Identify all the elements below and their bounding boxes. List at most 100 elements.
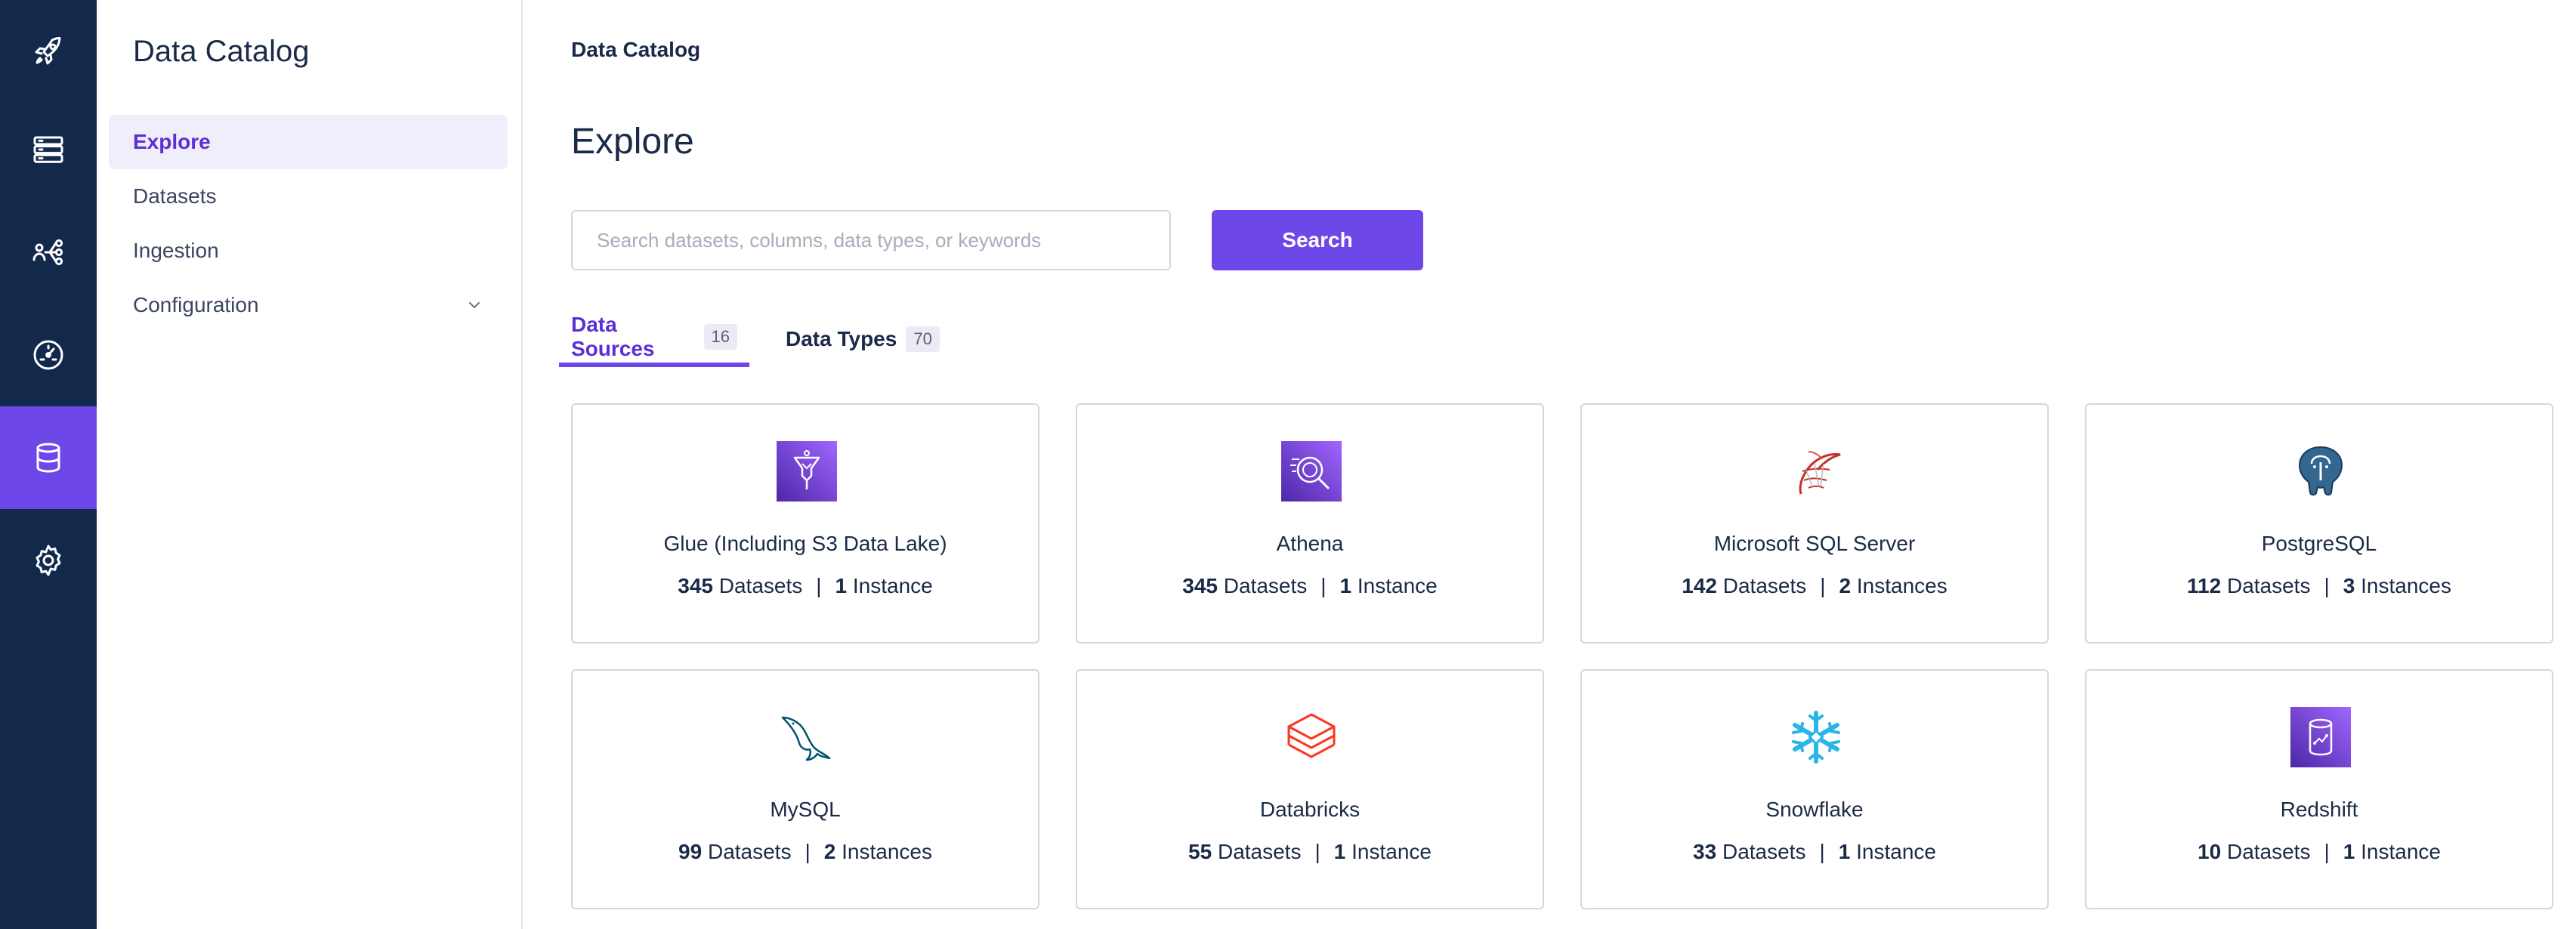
chevron-down-icon: [469, 302, 480, 308]
source-name: PostgreSQL: [2261, 532, 2377, 555]
tab-data-types[interactable]: Data Types 70: [774, 311, 952, 367]
aws-athena-icon: [1281, 441, 1342, 502]
instance-count: 1: [835, 574, 848, 597]
source-card-redshift[interactable]: Redshift 10 Datasets | 1 Instance: [2085, 669, 2553, 909]
dataset-count: 10: [2198, 840, 2222, 863]
breadcrumb[interactable]: Data Catalog: [571, 38, 700, 62]
postgresql-icon: [2298, 446, 2343, 496]
source-stats: 33 Datasets | 1 Instance: [1582, 840, 2047, 864]
server-icon: [33, 136, 63, 163]
dataset-count: 345: [1182, 574, 1218, 597]
stats-separator: |: [1820, 574, 1826, 597]
source-stats: 55 Datasets | 1 Instance: [1077, 840, 1543, 864]
sql-server-icon: [1799, 451, 1841, 495]
database-icon: [36, 443, 60, 473]
rail-servers-button[interactable]: [0, 98, 97, 201]
databricks-icon: [1287, 713, 1336, 758]
search-input[interactable]: [571, 210, 1171, 270]
stats-separator: |: [1314, 840, 1320, 863]
dataset-count: 55: [1188, 840, 1212, 863]
sidebar-item-configuration[interactable]: Configuration: [109, 278, 508, 332]
tab-count-badge: 16: [703, 324, 737, 350]
source-stats: 345 Datasets | 1 Instance: [573, 574, 1038, 598]
instance-count: 2: [1839, 574, 1852, 597]
source-card-sql-server[interactable]: Microsoft SQL Server 142 Datasets | 2 Inst…: [1580, 403, 2049, 644]
instance-label: Instance: [2361, 840, 2441, 863]
lineage-icon: [32, 239, 63, 266]
dataset-label: Datasets: [707, 840, 792, 863]
instance-label: Instance: [1856, 840, 1936, 863]
page-title: Explore: [571, 122, 694, 162]
stats-separator: |: [2324, 840, 2330, 863]
instance-count: 3: [2343, 574, 2355, 597]
dataset-label: Datasets: [1223, 574, 1308, 597]
source-card-postgresql[interactable]: PostgreSQL 112 Datasets | 3 Instances: [2085, 403, 2553, 644]
tab-label: Data Types: [786, 327, 897, 350]
sidebar-item-ingestion[interactable]: Ingestion: [109, 224, 508, 278]
source-stats: 112 Datasets | 3 Instances: [2086, 574, 2552, 598]
sidebar-item-label: Explore: [133, 130, 211, 153]
sidebar-item-label: Configuration: [133, 293, 259, 316]
source-card-mysql[interactable]: MySQL 99 Datasets | 2 Instances: [571, 669, 1039, 909]
rail-data-catalog-button[interactable]: [0, 406, 97, 509]
stats-separator: |: [2324, 574, 2330, 597]
dataset-label: Datasets: [1217, 840, 1302, 863]
source-card-databricks[interactable]: Databricks 55 Datasets | 1 Instance: [1076, 669, 1544, 909]
instance-label: Instances: [1856, 574, 1947, 597]
source-card-athena[interactable]: Athena 345 Datasets | 1 Instance: [1076, 403, 1544, 644]
mysql-icon: [781, 716, 831, 761]
source-card-glue[interactable]: Glue (Including S3 Data Lake) 345 Datase…: [571, 403, 1039, 644]
aws-redshift-icon: [2290, 707, 2351, 767]
instance-count: 1: [1339, 574, 1352, 597]
main-content: Data Catalog Explore Search Data Sources…: [523, 0, 2576, 929]
dataset-label: Datasets: [2226, 574, 2311, 597]
instance-count: 2: [823, 840, 836, 863]
sidebar-item-label: Ingestion: [133, 239, 219, 262]
stats-separator: |: [1320, 574, 1327, 597]
dataset-label: Datasets: [718, 574, 803, 597]
stats-separator: |: [805, 840, 811, 863]
stats-separator: |: [1819, 840, 1825, 863]
tab-data-sources[interactable]: Data Sources 16: [559, 311, 749, 367]
catalog-sidebar: Data Catalog Explore Datasets Ingestion …: [97, 0, 523, 929]
data-source-grid: Glue (Including S3 Data Lake) 345 Datase…: [571, 403, 2555, 909]
source-card-snowflake[interactable]: Snowflake 33 Datasets | 1 Instance: [1580, 669, 2049, 909]
sidebar-item-label: Datasets: [133, 184, 217, 208]
instance-label: Instance: [852, 574, 933, 597]
sidebar-item-datasets[interactable]: Datasets: [109, 169, 508, 224]
stats-separator: |: [816, 574, 822, 597]
source-name: Glue (Including S3 Data Lake): [663, 532, 947, 555]
instance-count: 1: [1333, 840, 1346, 863]
source-name: MySQL: [770, 798, 841, 821]
source-stats: 10 Datasets | 1 Instance: [2086, 840, 2552, 864]
rail-monitor-button[interactable]: [0, 304, 97, 406]
rail-launch-button[interactable]: [0, 0, 97, 103]
snowflake-icon: [1792, 711, 1840, 764]
gauge-icon: [33, 340, 63, 370]
source-name: Microsoft SQL Server: [1713, 532, 1916, 555]
dataset-label: Datasets: [1722, 574, 1807, 597]
source-name: Athena: [1276, 532, 1344, 555]
instance-label: Instances: [2361, 574, 2451, 597]
instance-count: 1: [1838, 840, 1851, 863]
source-name: Databricks: [1259, 798, 1361, 821]
dataset-count: 142: [1682, 574, 1717, 597]
gear-icon: [36, 545, 61, 576]
dataset-label: Datasets: [1722, 840, 1806, 863]
source-name: Redshift: [2280, 798, 2358, 821]
source-stats: 99 Datasets | 2 Instances: [573, 840, 1038, 864]
sidebar-item-explore[interactable]: Explore: [109, 115, 508, 169]
dataset-count: 345: [678, 574, 713, 597]
search-button[interactable]: Search: [1212, 210, 1423, 270]
rail-settings-button[interactable]: [0, 509, 97, 612]
dataset-count: 99: [678, 840, 703, 863]
instance-label: Instance: [1351, 840, 1432, 863]
dataset-label: Datasets: [2226, 840, 2311, 863]
tab-label: Data Sources: [571, 313, 655, 360]
dataset-count: 112: [2187, 574, 2222, 597]
source-stats: 142 Datasets | 2 Instances: [1582, 574, 2047, 598]
tab-count-badge: 70: [906, 326, 940, 352]
instance-label: Instances: [842, 840, 932, 863]
source-name: Snowflake: [1765, 798, 1864, 821]
rail-lineage-button[interactable]: [0, 201, 97, 304]
